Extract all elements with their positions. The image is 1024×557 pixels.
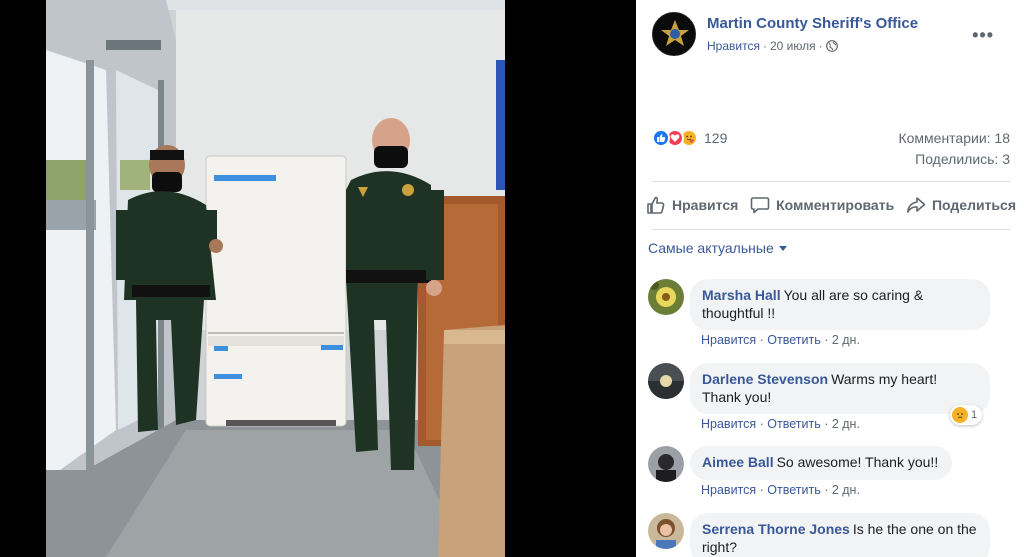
thumbs-up-icon (646, 195, 666, 215)
photo-viewer (0, 0, 636, 557)
sad-reaction-icon (952, 407, 968, 423)
meta-separator: · (762, 39, 767, 53)
comment-time[interactable]: 2 дн. (832, 483, 860, 497)
comment-actions: Нравится · Ответить · 2 дн. (701, 483, 860, 497)
comment-bubble: Marsha Hall You all are so caring & thoug… (690, 279, 990, 330)
more-options-icon[interactable]: ••• (972, 26, 994, 44)
share-arrow-icon (906, 195, 926, 215)
commenter-avatar[interactable] (648, 446, 684, 482)
meta-separator: · (818, 39, 823, 53)
post-meta: Нравится · 20 июля · (707, 39, 838, 53)
comment-like-link[interactable]: Нравится (701, 483, 756, 497)
comment-actions: Нравится · Ответить · 2 дн. (701, 417, 860, 431)
like-button-label: Нравится (672, 197, 739, 213)
comment-time[interactable]: 2 дн. (832, 333, 860, 347)
post-actions: Нравится Комментировать Поделиться (646, 190, 1016, 220)
commenter-avatar[interactable] (648, 363, 684, 399)
like-button[interactable]: Нравится (646, 195, 738, 215)
post-header: Martin County Sheriff's Office Нравится … (652, 12, 1012, 58)
commenter-avatar[interactable] (648, 513, 684, 549)
page-like-link[interactable]: Нравится (707, 39, 760, 53)
share-button[interactable]: Поделиться (906, 195, 1016, 215)
comment-bubble-icon (750, 195, 770, 215)
comment-reply-link[interactable]: Ответить (767, 333, 820, 347)
like-reaction-icon (652, 129, 670, 147)
globe-icon (825, 40, 838, 52)
comment-author-link[interactable]: Serrena Thorne Jones (702, 521, 850, 537)
comment-reply-link[interactable]: Ответить (767, 483, 820, 497)
post-date[interactable]: 20 июля (770, 39, 816, 53)
comment-text: So awesome! Thank you!! (776, 454, 939, 470)
comment-bubble: Darlene Stevenson Warms my heart! Thank y… (690, 363, 990, 414)
comments-count-link[interactable]: Комментарии: 18 (898, 128, 1010, 149)
comment-sort-dropdown[interactable]: Самые актуальные (648, 240, 787, 256)
comment-actions: Нравится · Ответить · 2 дн. (701, 333, 860, 347)
commenter-avatar[interactable] (648, 279, 684, 315)
post-side-panel: Martin County Sheriff's Office Нравится … (636, 0, 1024, 557)
shares-count-link[interactable]: Поделились: 3 (898, 149, 1010, 170)
sort-label: Самые актуальные (648, 240, 774, 256)
page-name-link[interactable]: Martin County Sheriff's Office (707, 15, 918, 32)
post-photo[interactable] (46, 0, 505, 557)
comment-bubble: Aimee Ball So awesome! Thank you!! (690, 446, 952, 480)
comment-author-link[interactable]: Marsha Hall (702, 287, 781, 303)
comment-like-link[interactable]: Нравится (701, 333, 756, 347)
comment-author-link[interactable]: Aimee Ball (702, 454, 774, 470)
comment-like-link[interactable]: Нравится (701, 417, 756, 431)
divider (652, 181, 1010, 182)
comment-bubble: Serrena Thorne Jones Is he the one on the… (690, 513, 990, 557)
comment-button-label: Комментировать (776, 197, 895, 213)
post-stats: Комментарии: 18 Поделились: 3 (898, 128, 1010, 170)
comment-button[interactable]: Комментировать (750, 195, 894, 215)
comment-reply-link[interactable]: Ответить (767, 417, 820, 431)
comment-reaction-badge[interactable]: 1 (950, 405, 983, 425)
reaction-count: 1 (971, 409, 978, 421)
comment-time[interactable]: 2 дн. (832, 417, 860, 431)
divider (652, 229, 1010, 230)
chevron-down-icon (778, 245, 787, 251)
share-button-label: Поделиться (931, 197, 1016, 213)
page-avatar[interactable] (652, 12, 696, 56)
reactions-summary[interactable]: 129 (652, 128, 727, 148)
reaction-count: 129 (704, 130, 728, 146)
comment-author-link[interactable]: Darlene Stevenson (702, 371, 828, 387)
